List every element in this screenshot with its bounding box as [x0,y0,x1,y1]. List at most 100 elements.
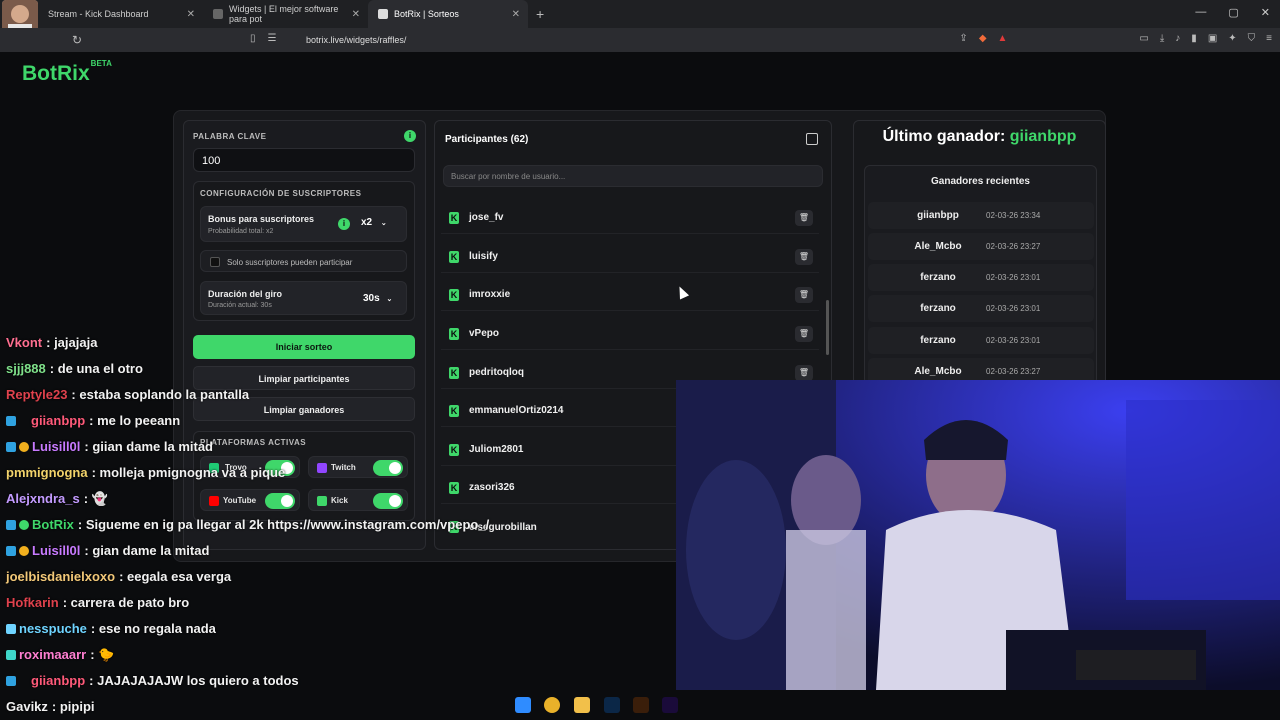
close-icon[interactable]: ✕ [512,9,520,20]
address-bar: ← → ↻ ▯ ☰ botrix.live/widgets/raffles/ ⇪… [0,28,1280,52]
info-icon[interactable]: i [338,218,350,230]
brave-shield-icon[interactable]: ◆ [979,33,987,44]
botrix-logo[interactable]: BotRixBETA [22,59,112,86]
participant-name: Juliom2801 [469,444,524,455]
site-settings-icon[interactable]: ☰ [268,33,277,44]
windows-start-icon[interactable] [515,697,531,713]
chat-message: Alejxndra_s: 👻 [6,491,108,507]
file-explorer-icon[interactable] [574,697,590,713]
address-left-icons: ▯ ☰ [250,33,276,44]
winner-row: ferzano 02-03-26 23:01 [868,264,1094,291]
participant-search-input[interactable]: Buscar por nombre de usuario... [443,165,823,187]
winner-row: ferzano 02-03-26 23:01 [868,295,1094,322]
trash-icon[interactable]: 🗑 [795,287,813,303]
start-raffle-button[interactable]: Iniciar sorteo [193,335,415,359]
chat-username: pmmignogna [6,465,88,480]
kick-toggle[interactable] [373,493,403,509]
new-tab-button[interactable]: + [528,6,552,22]
chat-username: joelbisdanielxoxo [6,569,116,584]
chat-username: Hofkarin [6,595,59,610]
share-icon[interactable]: ⇪ [959,33,967,44]
trash-icon[interactable]: 🗑 [795,365,813,381]
chat-message: nesspuche: ese no regala nada [6,621,216,636]
kick-icon: K [449,404,459,417]
kick-icon: K [449,443,459,456]
bonus-select[interactable]: x2 ⌄ [361,217,387,228]
minimize-button[interactable]: — [1195,6,1206,19]
twitch-toggle[interactable] [373,460,403,476]
subs-only-checkbox[interactable] [210,257,220,267]
winner-row: ferzano 02-03-26 23:01 [868,327,1094,354]
platform-name: Kick [331,496,348,505]
chrome-icon[interactable] [544,697,560,713]
duration-select[interactable]: 30s ⌄ [363,293,392,304]
tab-widgets[interactable]: Widgets | El mejor software para pot ✕ [203,0,368,28]
chat-text: : 👻 [83,491,108,506]
leo-icon[interactable]: ✦ [1228,33,1236,44]
chat-username: sjjj888 [6,361,46,376]
participant-row: Kluisify 🗑 [441,241,819,273]
menu-icon[interactable]: ≡ [1266,33,1272,44]
info-icon[interactable]: i [404,130,416,142]
platform-youtube: YouTube [200,489,300,511]
rewards-icon[interactable]: ▲ [998,33,1008,44]
subs-only-row[interactable]: Solo suscriptores pueden participar [200,250,407,272]
wallet-icon[interactable]: ▣ [1208,33,1217,44]
tab-botrix-sorteos[interactable]: BotRix | Sorteos ✕ [368,0,528,28]
trash-icon[interactable]: 🗑 [795,249,813,265]
tab-kick-dashboard[interactable]: Stream - Kick Dashboard ✕ [38,0,203,28]
youtube-toggle[interactable] [265,493,295,509]
winner-date: 02-03-26 23:01 [986,336,1041,345]
chat-text: : de una el otro [49,361,143,376]
verified-badge-icon [19,520,29,530]
chat-message: Luisill0l: giian dame la mitad [6,439,213,454]
close-icon[interactable]: ✕ [187,9,195,20]
close-window-button[interactable]: ✕ [1261,6,1270,19]
bookmark-icon[interactable]: ▯ [250,33,256,44]
chat-message: joelbisdanielxoxo: eegala esa verga [6,569,231,584]
chat-text: : 🐤 [90,647,115,662]
participant-name: pedritoqloq [469,367,524,378]
platforms-label: PLATAFORMAS ACTIVAS [200,438,307,447]
participants-title: Participantes (62) [445,134,529,145]
winner-date: 02-03-26 23:01 [986,273,1041,282]
tab-label: Stream - Kick Dashboard [48,9,149,19]
close-icon[interactable]: ✕ [352,9,360,20]
music-icon[interactable]: ♪ [1175,33,1180,44]
winner-date: 02-03-26 23:27 [986,367,1041,376]
illustrator-icon[interactable] [633,697,649,713]
participant-name: emmanuelOrtiz0214 [469,405,564,416]
copy-icon[interactable] [806,133,818,145]
kick-icon [317,496,327,506]
participants-scrollbar[interactable] [826,300,829,355]
chat-text: : estaba soplando la pantalla [71,387,250,402]
chat-text: : ese no regala nada [90,621,216,636]
vpn-icon[interactable]: ⛉ [1248,33,1256,44]
bonus-subtitle: Probabilidad total: x2 [208,228,274,235]
chat-text: : jajajaja [46,335,98,350]
youtube-icon [209,496,219,506]
kick-icon: K [449,327,459,340]
warning-badge-icon [19,546,29,556]
kick-icon: K [449,366,459,379]
winner-row: Ale_Mcbo 02-03-26 23:27 [868,233,1094,260]
panel-icon[interactable]: ▮ [1191,33,1197,44]
webcam-overlay [676,380,1280,690]
chat-text: : giian dame la mitad [84,439,213,454]
last-winner-prefix: Último ganador: [882,128,1006,145]
trash-icon[interactable]: 🗑 [795,210,813,226]
sidebar-icon[interactable]: ▭ [1139,33,1148,44]
mod-badge-icon [6,676,16,686]
download-icon[interactable]: ⤓ [1160,33,1164,44]
trash-icon[interactable]: 🗑 [795,326,813,342]
chat-text: : Sigueme en ig pa llegar al 2k https://… [77,517,490,532]
photoshop-icon[interactable] [604,697,620,713]
duration-subtitle: Duración actual: 30s [208,302,272,309]
winner-date: 02-03-26 23:27 [986,242,1041,251]
reload-icon[interactable]: ↻ [72,33,82,47]
after-effects-icon[interactable] [662,697,678,713]
keyword-input[interactable]: 100 [193,148,415,172]
url-field[interactable]: botrix.live/widgets/raffles/ [306,35,406,45]
maximize-button[interactable]: ▢ [1228,6,1238,19]
duration-title: Duración del giro [208,289,283,299]
